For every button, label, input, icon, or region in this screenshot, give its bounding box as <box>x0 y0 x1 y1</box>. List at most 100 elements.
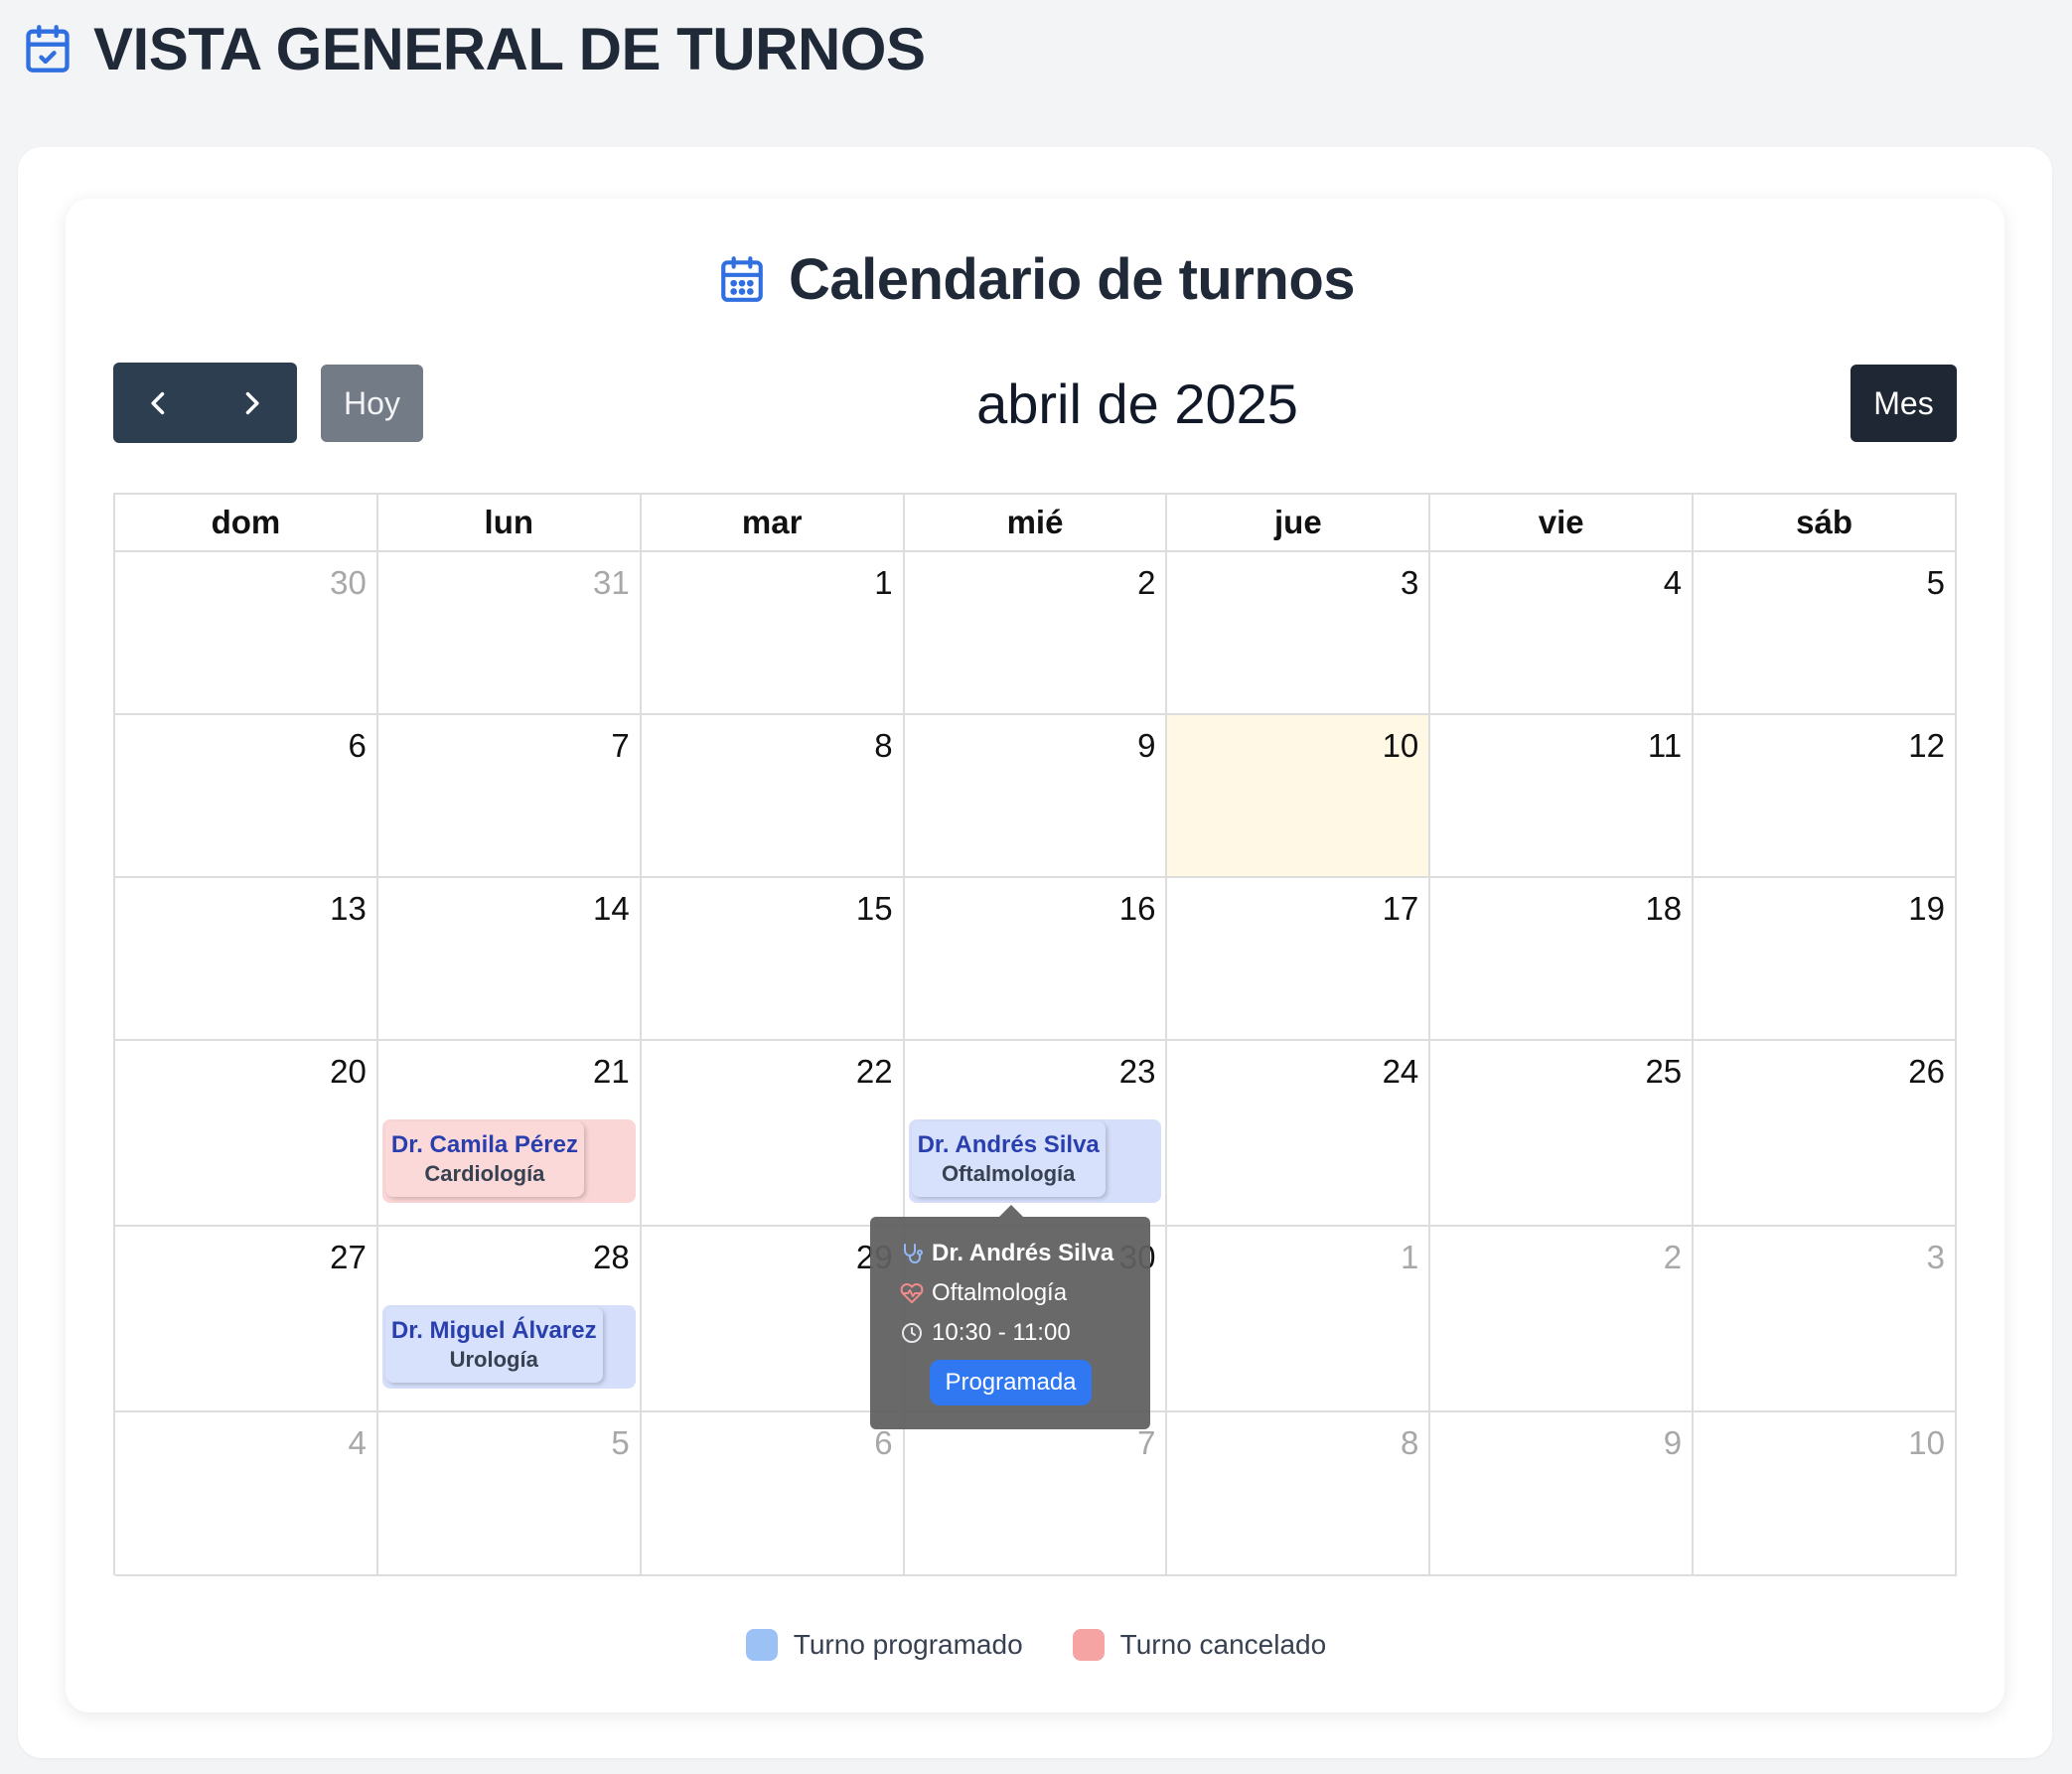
day-cell[interactable]: 23 Dr. Andrés Silva Oftalmología <box>904 1041 1168 1227</box>
day-number: 13 <box>330 890 367 927</box>
tooltip-time-row: 10:30 - 11:00 <box>900 1319 1071 1347</box>
calendar-title: Calendario de turnos <box>0 246 2072 312</box>
day-cell[interactable]: 1 <box>1167 1227 1431 1412</box>
day-number: 30 <box>330 564 367 601</box>
legend-label-scheduled: Turno programado <box>793 1629 1023 1660</box>
day-number: 16 <box>1118 890 1156 927</box>
day-cell[interactable]: 6 <box>641 1412 905 1576</box>
tooltip-specialty-row: Oftalmología <box>900 1279 1067 1307</box>
today-button[interactable]: Hoy <box>321 365 423 442</box>
day-number: 1 <box>1400 1239 1419 1275</box>
week-row: 6 7 8 9 10 11 12 <box>115 715 1958 878</box>
legend-item-cancelled: Turno cancelado <box>1072 1629 1326 1661</box>
day-cell[interactable]: 4 <box>115 1412 378 1576</box>
day-number: 21 <box>593 1053 630 1090</box>
event-doctor: Dr. Camila Pérez <box>390 1131 578 1158</box>
tooltip-doctor: Dr. Andrés Silva <box>932 1240 1114 1266</box>
day-cell[interactable]: 2 <box>1430 1227 1695 1412</box>
day-number: 24 <box>1382 1053 1419 1090</box>
day-number: 9 <box>1137 727 1156 764</box>
month-view-button[interactable]: Mes <box>1850 365 1957 442</box>
calendar-days-icon <box>721 256 763 302</box>
day-cell[interactable]: 8 <box>641 715 905 878</box>
tooltip-time: 10:30 - 11:00 <box>932 1319 1071 1346</box>
day-number: 7 <box>1137 1424 1156 1461</box>
day-number: 12 <box>1908 727 1946 764</box>
day-number: 14 <box>593 890 630 927</box>
chevron-right-icon <box>245 391 259 414</box>
day-cell[interactable]: 7 <box>904 1412 1168 1576</box>
day-cell[interactable]: 20 <box>115 1041 378 1227</box>
tooltip-arrow <box>999 1205 1023 1217</box>
day-number: 6 <box>348 727 367 764</box>
day-cell[interactable]: 10 <box>1694 1412 1958 1576</box>
day-cell[interactable]: 31 <box>377 552 642 715</box>
calendar-check-icon <box>26 25 70 73</box>
day-cell[interactable]: 26 <box>1694 1041 1958 1227</box>
day-cell[interactable]: 30 <box>115 552 378 715</box>
day-cell[interactable]: 3 <box>1694 1227 1958 1412</box>
day-cell[interactable]: 6 <box>115 715 378 878</box>
day-cell[interactable]: 13 <box>115 878 378 1041</box>
day-cell[interactable]: 17 <box>1167 878 1431 1041</box>
day-cell[interactable]: 12 <box>1694 715 1958 878</box>
day-cell[interactable]: 9 <box>904 715 1168 878</box>
day-cell[interactable]: 5 <box>377 1412 642 1576</box>
day-cell[interactable]: 22 <box>641 1041 905 1227</box>
day-cell[interactable]: 25 <box>1430 1041 1695 1227</box>
page-header: VISTA GENERAL DE TURNOS <box>22 14 926 83</box>
day-cell[interactable]: 11 <box>1430 715 1695 878</box>
chevron-left-icon <box>151 391 165 414</box>
appointment-card: Dr. Camila Pérez Cardiología <box>384 1121 584 1197</box>
day-cell[interactable]: 1 <box>641 552 905 715</box>
day-cell[interactable]: 29 <box>641 1227 905 1412</box>
day-number: 10 <box>1382 727 1419 764</box>
calendar-title-text: Calendario de turnos <box>788 246 1356 312</box>
appointment-event[interactable]: Dr. Andrés Silva Oftalmología <box>908 1119 1162 1203</box>
day-cell[interactable]: 8 <box>1167 1412 1431 1576</box>
day-number: 8 <box>874 727 893 764</box>
appointment-event[interactable]: Dr. Camila Pérez Cardiología <box>381 1119 636 1203</box>
day-number: 27 <box>330 1239 367 1275</box>
day-cell[interactable]: 4 <box>1430 552 1695 715</box>
day-header-row: dom lun mar mié jue vie sáb <box>115 495 1958 552</box>
day-number: 10 <box>1908 1424 1946 1461</box>
day-number: 4 <box>348 1424 367 1461</box>
day-cell[interactable]: 19 <box>1694 878 1958 1041</box>
day-cell[interactable]: 14 <box>377 878 642 1041</box>
day-cell[interactable]: 15 <box>641 878 905 1041</box>
day-cell[interactable]: 7 <box>377 715 642 878</box>
day-number: 17 <box>1382 890 1419 927</box>
prev-month-button[interactable] <box>113 363 206 443</box>
day-number: 3 <box>1926 1239 1946 1275</box>
day-cell[interactable]: 3 <box>1167 552 1431 715</box>
day-number: 1 <box>874 564 893 601</box>
legend: Turno programado Turno cancelado <box>0 1625 2072 1665</box>
day-cell[interactable]: 16 <box>904 878 1168 1041</box>
legend-swatch-scheduled <box>745 1629 778 1661</box>
status-badge: Programada <box>930 1360 1092 1405</box>
day-number: 5 <box>1926 564 1946 601</box>
stethoscope-icon <box>904 1244 923 1263</box>
event-specialty: Urología <box>449 1347 538 1372</box>
day-header: sáb <box>1694 495 1958 552</box>
day-cell[interactable]: 24 <box>1167 1041 1431 1227</box>
day-cell[interactable]: 28 Dr. Miguel Álvarez Urología <box>377 1227 642 1412</box>
day-cell[interactable]: 5 <box>1694 552 1958 715</box>
day-number: 18 <box>1645 890 1683 927</box>
day-cell-today[interactable]: 10 <box>1167 715 1431 878</box>
day-number: 7 <box>611 727 630 764</box>
day-number: 8 <box>1400 1424 1419 1461</box>
day-number: 2 <box>1137 564 1156 601</box>
day-cell[interactable]: 18 <box>1430 878 1695 1041</box>
day-number: 5 <box>611 1424 630 1461</box>
day-number: 2 <box>1663 1239 1683 1275</box>
next-month-button[interactable] <box>206 363 298 443</box>
day-cell[interactable]: 2 <box>904 552 1168 715</box>
day-cell[interactable]: 27 <box>115 1227 378 1412</box>
appointment-event[interactable]: Dr. Miguel Álvarez Urología <box>381 1305 636 1389</box>
day-number: 20 <box>330 1053 367 1090</box>
day-cell[interactable]: 21 Dr. Camila Pérez Cardiología <box>377 1041 642 1227</box>
day-cell[interactable]: 9 <box>1430 1412 1695 1576</box>
day-number: 22 <box>855 1053 893 1090</box>
